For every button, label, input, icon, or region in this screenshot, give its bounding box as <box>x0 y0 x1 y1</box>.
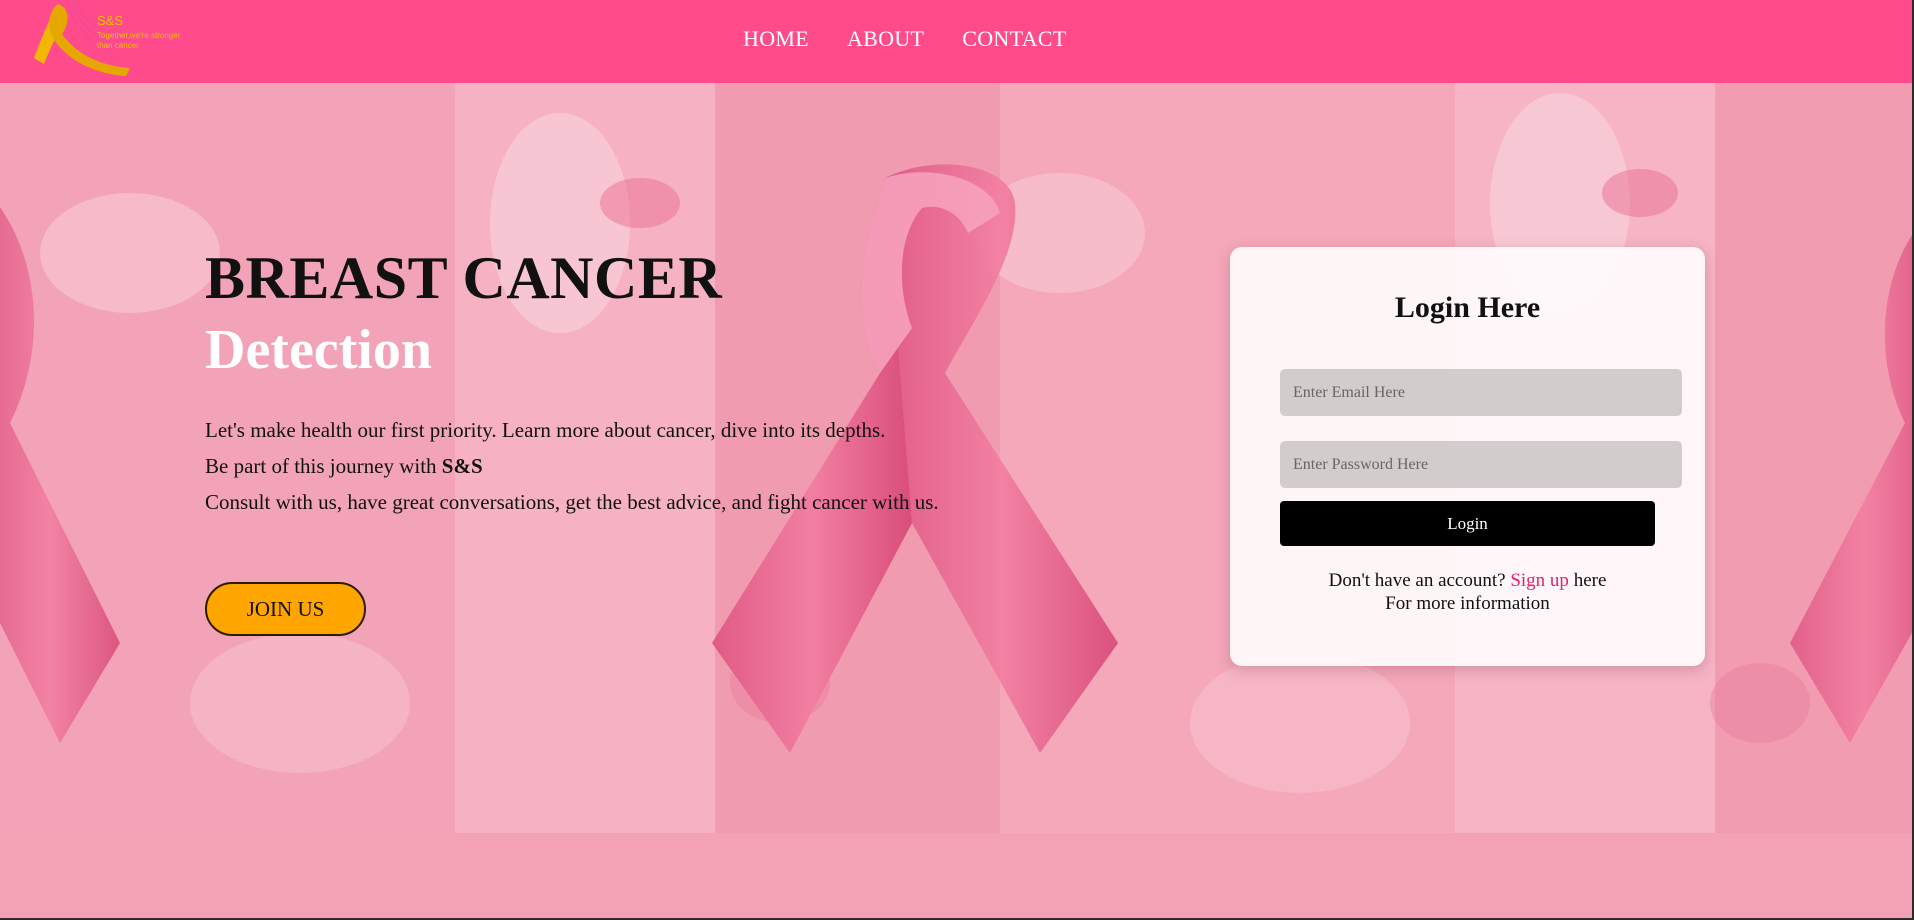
signup-prompt: Don't have an account? Sign up here <box>1230 569 1705 592</box>
hero-line-2-brand: S&S <box>441 454 483 478</box>
page: S&S Together,we're stronger than cancer … <box>0 0 1912 918</box>
signup-suffix: here <box>1568 570 1607 591</box>
nav-contact-link[interactable]: CONTACT <box>962 26 1066 52</box>
hero-line-3: Consult with us, have great conversation… <box>205 490 939 514</box>
main-nav: HOME ABOUT CONTACT <box>743 26 1067 52</box>
logo-name: S&S <box>97 13 124 28</box>
signup-link[interactable]: Sign up <box>1510 570 1569 591</box>
login-card: Login Here Login Don't have an account? … <box>1230 247 1705 666</box>
password-field[interactable] <box>1280 441 1682 488</box>
login-title: Login Here <box>1394 291 1541 324</box>
nav-about-link[interactable]: ABOUT <box>847 26 924 52</box>
hero-title: BREAST CANCER <box>205 245 723 311</box>
hero-subtitle: Detection <box>205 319 433 381</box>
navbar: S&S Together,we're stronger than cancer … <box>0 0 1912 83</box>
email-field[interactable] <box>1280 369 1682 416</box>
logo[interactable]: S&S Together,we're stronger than cancer <box>30 0 190 82</box>
join-us-button[interactable]: JOIN US <box>205 582 366 636</box>
hero-line-2-text: Be part of this journey with <box>205 454 442 478</box>
hero-line-1: Let's make health our first priority. Le… <box>205 418 886 442</box>
hero-description: Let's make health our first priority. Le… <box>205 412 939 520</box>
logo-tagline: Together,we're stronger than cancer <box>97 31 181 50</box>
nav-home-link[interactable]: HOME <box>743 26 809 52</box>
hero-line-2: Be part of this journey with S&S <box>205 448 939 484</box>
more-info-text: For more information <box>1385 593 1550 614</box>
signup-prefix: Don't have an account? <box>1328 570 1511 591</box>
login-button[interactable]: Login <box>1280 501 1655 546</box>
